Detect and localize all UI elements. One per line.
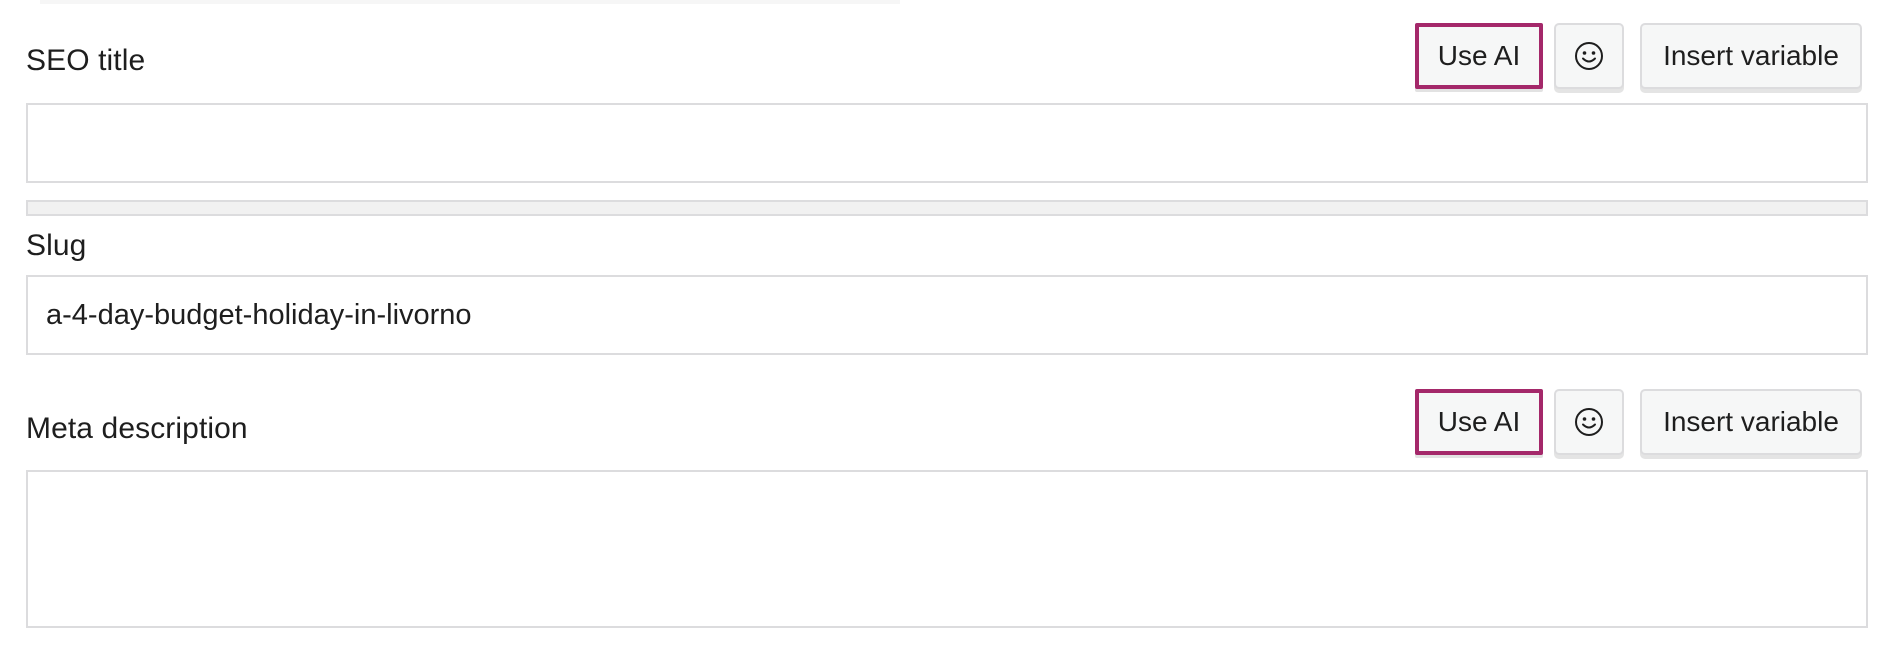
divider — [40, 0, 900, 4]
seo-title-use-ai-button[interactable]: Use AI — [1415, 23, 1543, 89]
smiley-face-icon — [1575, 408, 1603, 436]
seo-title-emoji-button[interactable] — [1554, 23, 1624, 89]
meta-description-use-ai-button[interactable]: Use AI — [1415, 389, 1543, 455]
meta-description-label: Meta description — [26, 412, 248, 445]
slug-input[interactable]: a-4-day-budget-holiday-in-livorno — [26, 275, 1868, 355]
seo-title-input[interactable] — [26, 103, 1868, 183]
smiley-face-icon — [1575, 42, 1603, 70]
meta-description-textarea[interactable] — [26, 470, 1868, 628]
slug-label: Slug — [26, 229, 87, 262]
meta-description-insert-variable-button[interactable]: Insert variable — [1640, 389, 1862, 455]
seo-title-label: SEO title — [26, 44, 146, 77]
meta-description-emoji-button[interactable] — [1554, 389, 1624, 455]
seo-title-insert-variable-button[interactable]: Insert variable — [1640, 23, 1862, 89]
seo-title-length-progress — [26, 200, 1868, 216]
